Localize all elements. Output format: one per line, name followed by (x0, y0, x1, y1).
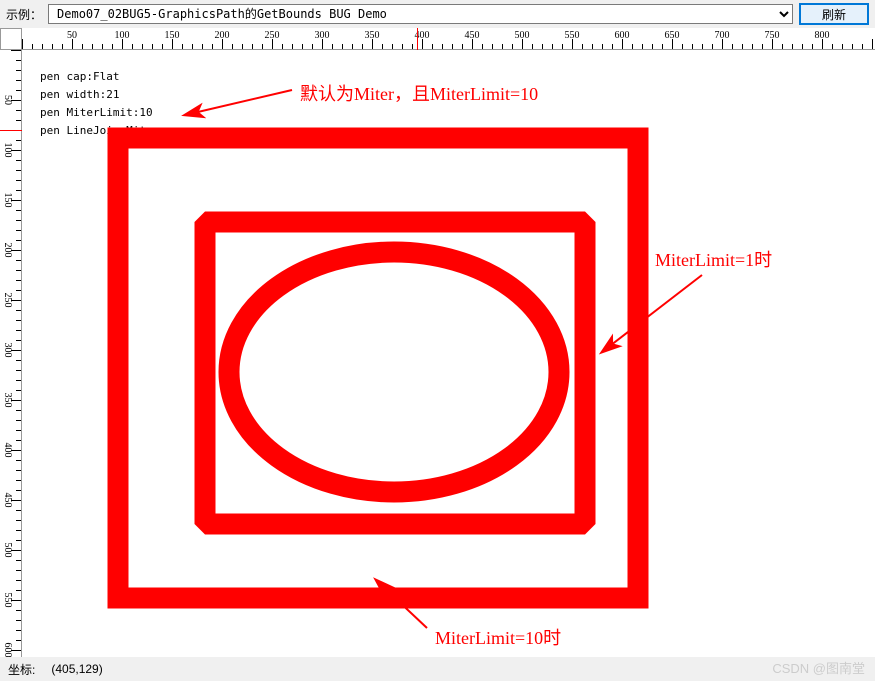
demo-select[interactable]: Demo07_02BUG5-GraphicsPath的GetBounds BUG… (48, 4, 793, 24)
watermark: CSDN @图南堂 (772, 658, 865, 677)
horizontal-ruler: 5010015020025030035040045050055060065070… (22, 28, 875, 50)
cursor-guide-v (417, 28, 418, 50)
statusbar: 坐标: (405,129) (0, 657, 875, 681)
vertical-ruler: 50100150200250300350400450500550600 (0, 50, 22, 657)
annotation-default-miter: 默认为Miter，且MiterLimit=10 (300, 80, 538, 106)
canvas-area[interactable]: pen cap:Flat pen width:21 pen MiterLimit… (22, 50, 875, 657)
cursor-guide-h (0, 130, 22, 131)
ruler-corner (0, 28, 22, 50)
toolbar: 示例： Demo07_02BUG5-GraphicsPath的GetBounds… (0, 0, 875, 28)
coord-value: (405,129) (51, 662, 102, 676)
annotation-miter1: MiterLimit=1时 (655, 246, 772, 272)
drawing-svg (22, 50, 875, 657)
annotation-miter10: MiterLimit=10时 (435, 624, 561, 650)
refresh-button[interactable]: 刷新 (799, 3, 869, 25)
coord-label: 坐标: (8, 661, 35, 678)
toolbar-label: 示例： (6, 6, 42, 23)
